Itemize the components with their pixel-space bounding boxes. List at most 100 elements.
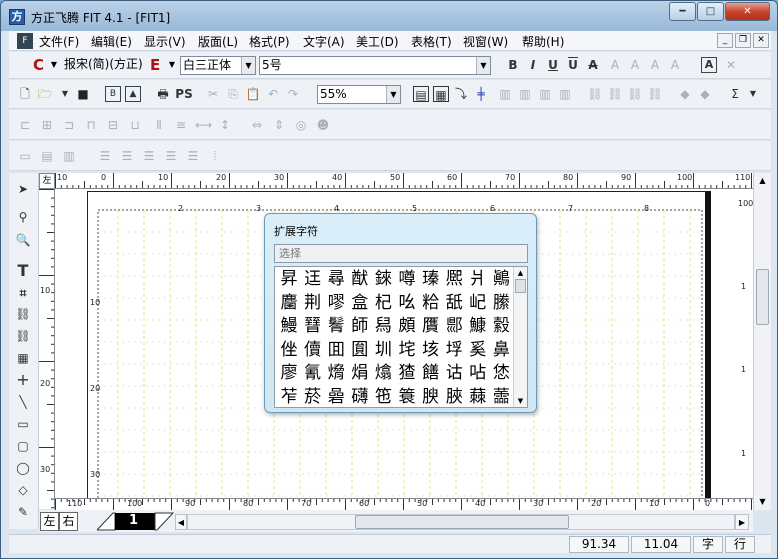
menu-window[interactable]: 视窗(W) [463,33,508,50]
superscript-icon[interactable]: A [647,57,663,73]
ellipse-tool-icon[interactable]: ◯ [15,460,31,476]
image-icon[interactable]: ▲ [125,86,141,102]
zoom-tool-icon[interactable]: 🔍 [15,232,31,248]
close-button[interactable]: ✕ [725,2,770,21]
char-cell[interactable]: 尋 [324,267,348,291]
doc-icon[interactable]: F [17,33,33,49]
vertical-text-icon[interactable]: ⦙ [207,148,223,164]
align-right-text-icon[interactable]: ☰ [119,148,135,164]
maximize-button[interactable]: □ [697,2,724,21]
align-center-text-icon[interactable]: ☰ [141,148,157,164]
char-cell[interactable]: 脥 [442,385,466,408]
char-cell[interactable]: 囬 [324,338,348,362]
unlink-tool-icon[interactable]: ⛓ [15,328,31,344]
hscroll-thumb[interactable] [355,515,569,529]
clear-format-icon[interactable]: ✕ [723,57,739,73]
right-page-button[interactable]: 右 [59,512,78,531]
left-page-button[interactable]: 左 [40,512,59,531]
vscroll-down-icon[interactable]: ▼ [754,494,771,510]
char-cell[interactable]: 饍 [419,361,443,385]
link-icon[interactable]: ⛓ [587,86,603,102]
undo-icon[interactable]: ↶ [265,86,281,102]
pointer-tool-icon[interactable]: ➤ [15,181,31,197]
grid-icon[interactable]: ▦ [433,86,449,102]
send-back-icon[interactable]: ◆ [697,86,713,102]
space-h-icon[interactable]: ⟷ [195,117,212,133]
justify-text-icon[interactable]: ☰ [163,148,179,164]
char-cell[interactable]: 贋 [419,314,443,338]
char-cell[interactable]: 奚 [466,338,490,362]
shadow-text-icon[interactable]: A [627,57,643,73]
char-cell[interactable]: 猹 [395,361,419,385]
char-cell[interactable]: 菸 [301,385,325,408]
sum-icon[interactable]: Σ [727,86,743,102]
underline-icon[interactable]: U [545,57,561,73]
vertical-scrollbar[interactable]: ▲ ▼ [753,173,771,510]
columns2-icon[interactable]: ▥ [517,86,533,102]
vscroll-up-icon[interactable]: ▲ [754,173,771,189]
print-icon[interactable]: 🖶 [155,86,171,102]
menu-text[interactable]: 文字(A) [303,33,345,50]
ruler-origin[interactable]: 左 [39,173,55,189]
scroll-thumb[interactable] [515,279,526,293]
char-cell[interactable]: 瑧 [419,267,443,291]
same-width-icon[interactable]: ⇔ [249,117,265,133]
paste-icon[interactable]: 📋 [245,86,261,102]
char-cell[interactable]: 頗 [395,314,419,338]
chain-icon[interactable]: ⛓ [627,86,643,102]
char-cell[interactable]: 垞 [395,338,419,362]
char-cell[interactable]: 縢 [489,291,513,315]
columns4-icon[interactable]: ▥ [557,86,573,102]
cn-font-select[interactable]: ▼ [47,56,61,75]
mdi-minimize-button[interactable]: _ [717,33,733,48]
outline-text-icon[interactable]: A [607,57,623,73]
frame-icon[interactable]: ◎ [293,117,309,133]
char-set-select[interactable]: 选择 [274,244,528,263]
char-cell[interactable]: 吆 [395,291,419,315]
char-grid[interactable]: ▲ ▼ 昇迋尋猷錸噂瑧熈爿鷆麕荆嘐盒杞吆粭舐屺縢鰻㬜鬌師舄頗贋郻鱇縠侳儥囬圎圳垞… [274,266,528,408]
page-view-icon[interactable]: ▤ [413,86,429,102]
save-icon[interactable]: ■ [75,86,91,102]
preview-icon[interactable]: B [105,86,121,102]
char-cell[interactable]: 郻 [442,314,466,338]
char-cell[interactable]: 熻 [371,361,395,385]
text-columns-icon[interactable]: ▥ [61,148,77,164]
menu-edit[interactable]: 编辑(E) [91,33,132,50]
char-cell[interactable]: 礴 [348,385,372,408]
char-cell[interactable]: 熈 [442,267,466,291]
copy-icon[interactable]: ⎘ [225,86,241,102]
same-height-icon[interactable]: ⇕ [271,117,287,133]
char-cell[interactable]: 圎 [348,338,372,362]
rectangle-tool-icon[interactable]: ▭ [15,416,31,432]
space-v-icon[interactable]: ↕ [217,117,233,133]
char-cell[interactable]: 盒 [348,291,372,315]
align-left-obj-icon[interactable]: ⊏ [17,117,33,133]
minimize-button[interactable]: ━ [669,2,696,21]
chain-break-icon[interactable]: ⛓ [647,86,663,102]
mdi-restore-button[interactable]: ❐ [735,33,751,48]
char-cell[interactable]: 廖 [277,361,301,385]
vscroll-thumb[interactable] [756,269,769,325]
char-cell[interactable]: 垺 [442,338,466,362]
char-cell[interactable]: 侳 [277,338,301,362]
guides-icon[interactable]: ╪ [473,86,489,102]
subscript-icon[interactable]: A [667,57,683,73]
char-cell[interactable]: 碞 [324,385,348,408]
align-bottom-obj-icon[interactable]: ⊔ [127,117,143,133]
char-cell[interactable]: 鰻 [277,314,301,338]
text-tool-icon[interactable]: T [15,263,31,279]
extended-char-panel[interactable]: 扩展字符 选择 ▲ ▼ 昇迋尋猷錸噂瑧熈爿鷆麕荆嘐盒杞吆粭舐屺縢鰻㬜鬌師舄頗贋郻… [264,213,537,413]
font-size-field[interactable]: 5号 ▼ [259,56,491,75]
char-cell[interactable]: 恷 [489,361,513,385]
align-right-obj-icon[interactable]: ⊐ [61,117,77,133]
char-cell[interactable]: 垓 [419,338,443,362]
char-cell[interactable]: 熁 [324,361,348,385]
menu-file[interactable]: 文件(F) [39,33,79,50]
snap-icon[interactable]: ⤵ [453,86,469,102]
text-frame-icon[interactable]: ▭ [17,148,33,164]
scroll-down-icon[interactable]: ▼ [514,395,527,407]
char-cell[interactable]: 鱇 [466,314,490,338]
open-folder-icon[interactable]: 🗁 [37,86,53,102]
cross-line-tool-icon[interactable]: + [15,372,31,388]
char-cell[interactable]: 蕀 [466,385,490,408]
